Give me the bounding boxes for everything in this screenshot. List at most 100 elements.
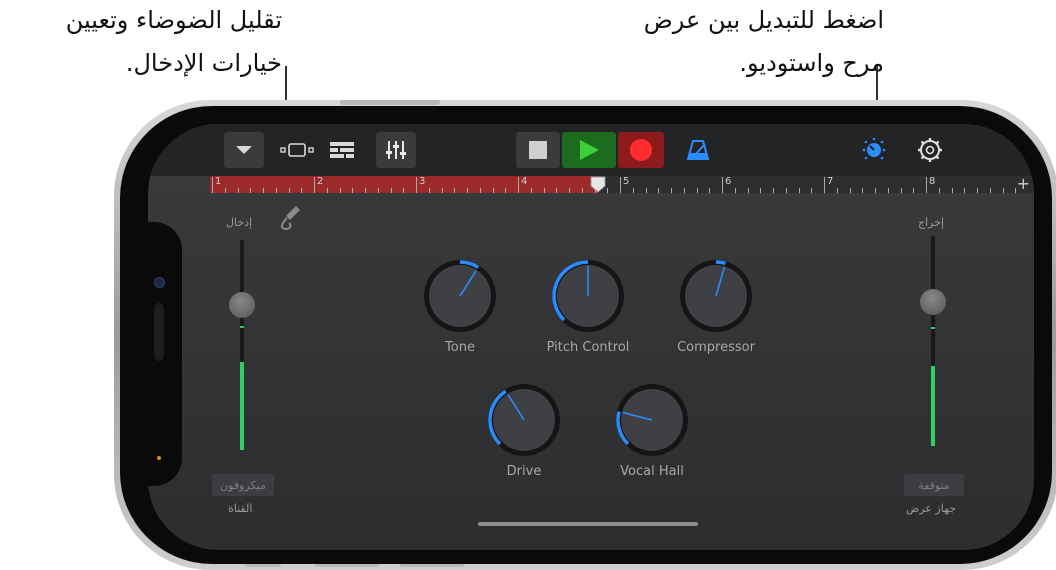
ruler-subtick bbox=[326, 188, 328, 193]
ruler-subtick bbox=[849, 188, 851, 193]
control-bar bbox=[148, 124, 1034, 176]
ruler-subtick bbox=[505, 188, 507, 193]
ruler-subtick bbox=[377, 188, 379, 193]
knob-vocal-hall[interactable] bbox=[607, 375, 697, 465]
input-level-meter bbox=[240, 362, 244, 450]
input-channel-label: القناة bbox=[228, 502, 253, 515]
ruler-subtick bbox=[301, 188, 303, 193]
play-button[interactable] bbox=[562, 132, 616, 168]
metronome-button[interactable] bbox=[678, 132, 718, 168]
phone-camera bbox=[154, 277, 165, 288]
ruler-bar-number: 4 bbox=[521, 176, 528, 187]
ruler-subtick bbox=[339, 188, 341, 193]
home-indicator bbox=[478, 522, 698, 526]
knob-value-arc bbox=[715, 260, 726, 266]
output-label: إخراج bbox=[918, 216, 945, 229]
mic-indicator-dot bbox=[157, 456, 161, 460]
ruler-subtick bbox=[900, 188, 902, 193]
ruler-bar-number: 5 bbox=[623, 176, 630, 187]
ruler-subtick bbox=[365, 188, 366, 193]
ruler-subtick bbox=[977, 188, 978, 193]
ruler-subtick bbox=[1002, 188, 1004, 193]
ruler-subtick bbox=[785, 188, 787, 193]
ruler-subtick bbox=[989, 188, 991, 193]
knob-label-compressor: Compressor bbox=[677, 340, 755, 355]
knob-label-tone: Tone bbox=[445, 340, 475, 355]
knob-compressor[interactable] bbox=[671, 251, 761, 341]
ruler-subtick bbox=[709, 188, 711, 193]
add-section-button[interactable]: + bbox=[1017, 174, 1030, 193]
ruler-bar-tick bbox=[314, 177, 315, 193]
ruler-bar-number: 2 bbox=[317, 176, 324, 187]
ruler-subtick bbox=[913, 188, 915, 193]
timeline-ruler[interactable]: 1 2 3 4 5 6 7 8 + bbox=[210, 174, 1034, 193]
ruler-bar-tick bbox=[518, 177, 519, 193]
knob-pitch-control[interactable] bbox=[543, 251, 633, 341]
ruler-subtick bbox=[428, 188, 430, 193]
gear-icon bbox=[918, 138, 942, 162]
callout-view-toggle: اضغط للتبديل بين عرض مرح واستوديو. bbox=[644, 6, 884, 78]
ruler-bar-tick bbox=[212, 177, 213, 193]
ruler-subtick bbox=[275, 188, 277, 193]
ruler-subtick bbox=[403, 188, 405, 193]
ruler-subtick bbox=[530, 188, 532, 193]
record-button[interactable] bbox=[618, 132, 664, 168]
input-label: إدخال bbox=[226, 216, 253, 229]
ruler-subtick bbox=[887, 188, 889, 193]
ruler-bar-number: 8 bbox=[929, 176, 936, 187]
input-jack-icon[interactable] bbox=[278, 204, 302, 232]
ruler-subtick bbox=[951, 188, 953, 193]
ruler-subtick bbox=[454, 188, 456, 193]
ruler-subtick bbox=[964, 188, 966, 193]
ruler-subtick bbox=[696, 188, 698, 193]
ruler-bar-tick bbox=[824, 177, 825, 193]
knob-label-vocal-hall: Vocal Hall bbox=[620, 464, 684, 479]
knob-drive[interactable] bbox=[479, 375, 569, 465]
output-volume-slider[interactable] bbox=[920, 289, 946, 315]
browser-dropdown-button[interactable] bbox=[224, 132, 264, 168]
garageband-screen: 1 2 3 4 5 6 7 8 + إدخال ميكروفون القناة إخراج م… bbox=[148, 124, 1034, 550]
metronome-icon bbox=[686, 140, 710, 160]
ruler-subtick bbox=[632, 188, 634, 193]
ruler-subtick bbox=[467, 188, 468, 193]
ruler-bar-number: 3 bbox=[419, 176, 426, 187]
ruler-bar-tick bbox=[926, 177, 927, 193]
stop-icon bbox=[529, 141, 547, 159]
input-channel-button[interactable]: ميكروفون bbox=[212, 474, 274, 496]
output-level-meter bbox=[931, 366, 935, 446]
callout-view-toggle-line1: اضغط للتبديل بين عرض bbox=[643, 6, 884, 34]
ruler-subtick bbox=[237, 188, 239, 193]
input-gain-slider[interactable] bbox=[229, 292, 255, 318]
callout-view-toggle-line2: مرح واستوديو. bbox=[739, 48, 884, 77]
ruler-subtick bbox=[543, 188, 545, 193]
ruler-subtick bbox=[645, 188, 647, 193]
chevron-down-icon bbox=[236, 146, 252, 154]
output-device-button[interactable]: متوقفة bbox=[904, 474, 964, 496]
ruler-subtick bbox=[671, 188, 672, 193]
knob-label-drive: Drive bbox=[506, 464, 542, 479]
stop-button[interactable] bbox=[516, 132, 560, 168]
list-view-button[interactable] bbox=[322, 132, 362, 168]
tracks-view-button[interactable] bbox=[278, 132, 318, 168]
ruler-subtick bbox=[747, 188, 749, 193]
ruler-subtick bbox=[760, 188, 762, 193]
playhead-icon[interactable] bbox=[590, 176, 606, 193]
list-view-icon bbox=[330, 142, 354, 158]
knob-label-pitch-control: Pitch Control bbox=[546, 340, 630, 355]
ruler-bar-tick bbox=[620, 177, 621, 193]
ruler-bar-tick bbox=[722, 177, 723, 193]
settings-button[interactable] bbox=[910, 132, 950, 168]
mixer-button[interactable] bbox=[376, 132, 416, 168]
output-device-label: جهاز عرض bbox=[906, 502, 956, 515]
ruler-subtick bbox=[773, 188, 774, 193]
knob-tone[interactable] bbox=[415, 251, 505, 341]
ruler-bar-number: 7 bbox=[827, 176, 834, 187]
ruler-subtick bbox=[492, 188, 494, 193]
callout-input-settings-line2: خيارات الإدخال. bbox=[125, 48, 282, 77]
ruler-subtick bbox=[569, 188, 570, 193]
ruler-subtick bbox=[798, 188, 800, 193]
ruler-subtick bbox=[556, 188, 558, 193]
smart-controls-view-button[interactable] bbox=[854, 132, 894, 168]
callout-input-settings-line1: تقليل الضوضاء وتعيين bbox=[65, 6, 282, 34]
mixer-sliders-icon bbox=[386, 141, 406, 159]
